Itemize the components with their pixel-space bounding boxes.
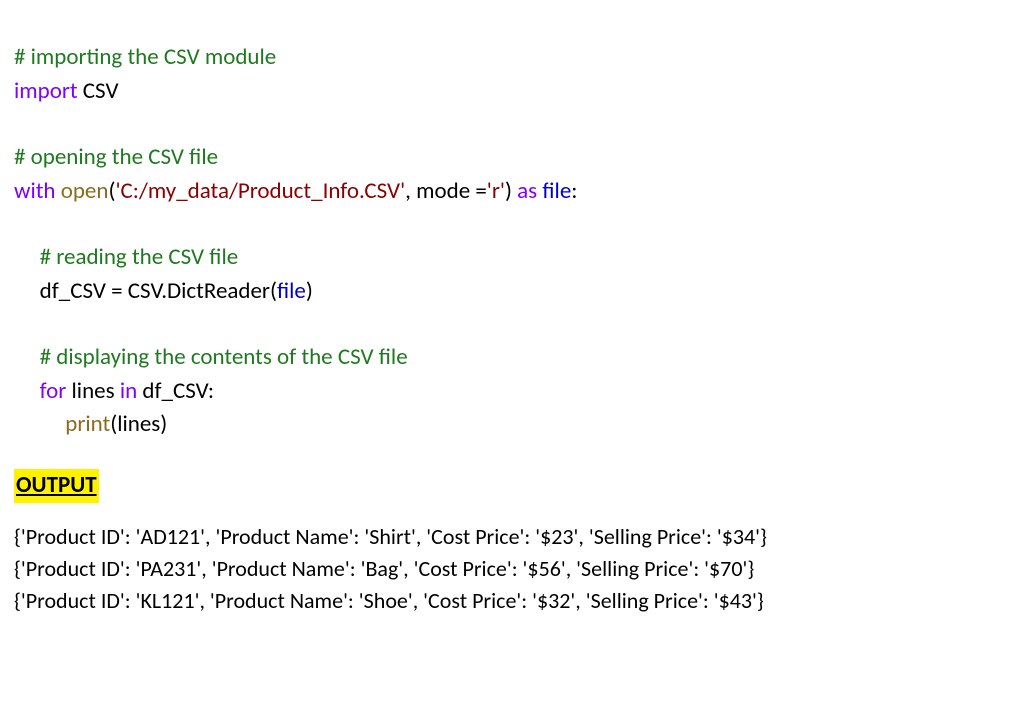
comma: , [405, 177, 416, 205]
keyword-import: import [14, 77, 78, 105]
code-document: # importing the CSV module import CSV # … [0, 0, 1024, 616]
comment-import: # importing the CSV module [14, 43, 276, 71]
keyword-for: for [40, 377, 67, 405]
var-file-arg: file [277, 277, 306, 305]
comment-display: # displaying the contents of the CSV fil… [40, 343, 408, 371]
output-block: {'Product ID': 'AD121', 'Product Name': … [14, 521, 1010, 617]
keyword-as: as [517, 177, 537, 205]
for-vars: lines [66, 377, 119, 405]
string-path: 'C:/my_data/Product_Info.CSV' [115, 177, 405, 205]
comment-open: # opening the CSV file [14, 143, 218, 171]
comment-read: # reading the CSV file [40, 243, 239, 271]
output-line: {'Product ID': 'KL121', 'Product Name': … [14, 585, 1010, 617]
print-arg: (lines) [110, 410, 167, 438]
for-iter: df_CSV: [137, 377, 214, 405]
keyword-in: in [120, 377, 137, 405]
output-line: {'Product ID': 'PA231', 'Product Name': … [14, 553, 1010, 585]
code-block: # importing the CSV module import CSV # … [14, 8, 1010, 441]
rparen: ) [505, 177, 512, 205]
output-header: OUTPUT [14, 469, 99, 502]
keyword-with: with [14, 177, 56, 205]
builtin-print: print [65, 410, 110, 438]
module-csv: CSV [83, 77, 119, 105]
colon: : [571, 177, 577, 205]
builtin-open: open [61, 177, 109, 205]
mode-text: mode = [416, 177, 487, 205]
close-paren: ) [306, 277, 313, 305]
var-file: file [542, 177, 571, 205]
assign-df: df_CSV = CSV.DictReader( [40, 277, 277, 305]
string-mode: 'r' [487, 177, 505, 205]
output-line: {'Product ID': 'AD121', 'Product Name': … [14, 521, 1010, 553]
